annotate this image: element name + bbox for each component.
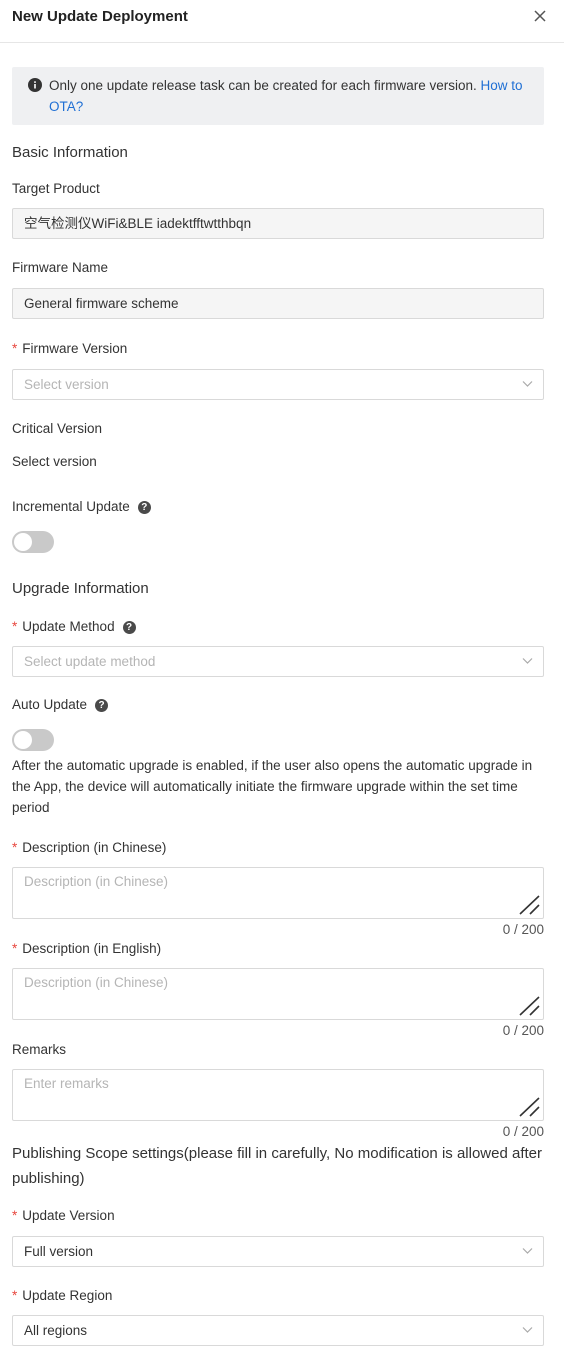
toggle-knob [14, 731, 32, 749]
firmware-name-field: General firmware scheme [12, 288, 544, 319]
target-product-field: 空气检测仪WiFi&BLE iadektfftwtthbqn [12, 208, 544, 239]
close-icon[interactable] [532, 8, 548, 24]
required-marker: * [12, 941, 18, 956]
auto-update-hint: After the automatic upgrade is enabled, … [12, 758, 533, 815]
firmware-name-label: Firmware Name [12, 260, 109, 275]
resize-grip-icon[interactable] [517, 995, 541, 1017]
toggle-knob [14, 533, 32, 551]
auto-update-toggle[interactable] [12, 729, 54, 751]
chevron-down-icon [522, 1327, 533, 1333]
required-marker: * [12, 1208, 18, 1223]
update-version-label: * Update Version [12, 1208, 115, 1223]
update-version-select[interactable]: Full version [12, 1236, 544, 1267]
auto-update-label-text: Auto Update [12, 697, 88, 712]
upgrade-info-title: Upgrade Information [12, 580, 149, 597]
remarks-textarea[interactable]: Enter remarks [12, 1069, 544, 1121]
update-region-label-text: Update Region [22, 1288, 113, 1303]
description-cn-counter: 0 / 200 [502, 922, 544, 937]
description-en-textarea[interactable]: Description (in Chinese) [12, 968, 544, 1020]
basic-info-title: Basic Information [12, 144, 128, 161]
chevron-down-icon [522, 658, 533, 664]
resize-grip-icon[interactable] [517, 1096, 541, 1118]
description-en-placeholder: Description (in Chinese) [24, 975, 169, 990]
incremental-update-label-text: Incremental Update [12, 499, 130, 514]
critical-version-select[interactable]: Select version [12, 454, 97, 469]
question-icon[interactable]: ? [137, 501, 151, 514]
required-marker: * [12, 840, 18, 855]
update-region-label: * Update Region [12, 1288, 112, 1303]
update-method-select[interactable]: Select update method [12, 646, 544, 677]
update-method-label-text: Update Method [22, 619, 115, 634]
description-en-label: * Description (in English) [12, 941, 161, 956]
notice-text: Only one update release task can be crea… [49, 75, 539, 117]
description-cn-placeholder: Description (in Chinese) [24, 874, 169, 889]
update-region-value: All regions [24, 1323, 88, 1338]
publishing-scope-title: Publishing Scope settings(please fill in… [12, 1145, 542, 1187]
update-method-label: * Update Method? [12, 619, 136, 634]
required-marker: * [12, 341, 18, 356]
required-marker: * [12, 619, 18, 634]
required-marker: * [12, 1288, 18, 1303]
chevron-down-icon [522, 1248, 533, 1254]
critical-version-label: Critical Version [12, 421, 103, 436]
resize-grip-icon[interactable] [517, 894, 541, 916]
description-en-label-text: Description (in English) [22, 941, 162, 956]
description-cn-label-text: Description (in Chinese) [22, 840, 167, 855]
notice-message: Only one update release task can be crea… [49, 78, 477, 93]
question-icon[interactable]: ? [95, 699, 109, 712]
drawer-title: New Update Deployment [12, 8, 188, 25]
remarks-counter: 0 / 200 [502, 1124, 544, 1139]
firmware-name-value: General firmware scheme [24, 296, 179, 311]
update-method-placeholder: Select update method [24, 654, 156, 669]
info-icon [28, 78, 42, 92]
incremental-update-toggle[interactable] [12, 531, 54, 553]
info-notice: Only one update release task can be crea… [12, 67, 544, 125]
remarks-placeholder: Enter remarks [24, 1076, 109, 1091]
incremental-update-label: Incremental Update? [12, 499, 151, 514]
firmware-version-label-text: Firmware Version [22, 341, 128, 356]
firmware-version-select[interactable]: Select version [12, 369, 544, 400]
firmware-version-label: * Firmware Version [12, 341, 127, 356]
update-region-select[interactable]: All regions [12, 1315, 544, 1346]
firmware-version-placeholder: Select version [24, 377, 109, 392]
update-version-value: Full version [24, 1244, 94, 1259]
target-product-label: Target Product [12, 181, 100, 196]
chevron-down-icon [522, 381, 533, 387]
question-icon[interactable]: ? [122, 621, 136, 634]
update-version-label-text: Update Version [22, 1208, 115, 1223]
description-cn-textarea[interactable]: Description (in Chinese) [12, 867, 544, 919]
description-en-counter: 0 / 200 [502, 1023, 544, 1038]
auto-update-label: Auto Update? [12, 697, 109, 712]
drawer-header: New Update Deployment [0, 0, 564, 43]
description-cn-label: * Description (in Chinese) [12, 840, 166, 855]
remarks-label: Remarks [12, 1042, 67, 1057]
target-product-value: 空气检测仪WiFi&BLE iadektfftwtthbqn [24, 216, 252, 231]
